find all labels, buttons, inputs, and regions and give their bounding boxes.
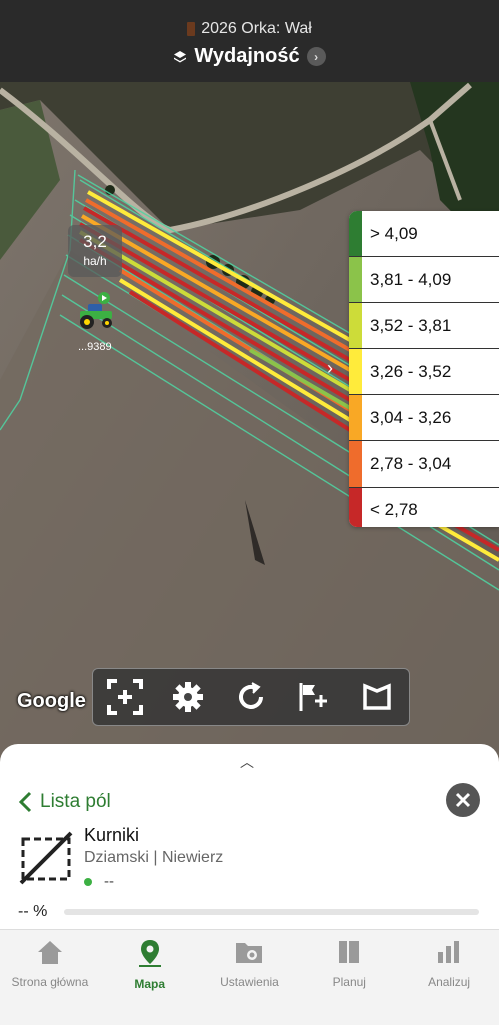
home-icon — [36, 938, 64, 971]
google-attribution: Google — [17, 690, 86, 712]
progress-text: -- % — [18, 903, 48, 920]
status-text: -- — [104, 873, 114, 890]
yield-legend[interactable]: > 4,09 3,81 - 4,09 3,52 - 3,81 3,26 - 3,52 3… — [349, 211, 499, 527]
legend-row: 3,26 - 3,52 — [349, 349, 499, 396]
back-to-field-list[interactable]: Lista pól — [18, 791, 111, 813]
nav-item-plan[interactable]: Planuj — [299, 930, 399, 1025]
legend-row: 3,04 - 3,26 — [349, 395, 499, 442]
header-bar: 2026 Orka: Wał Wydajność › — [0, 0, 499, 82]
nav-item-map-pin[interactable]: Mapa — [100, 930, 200, 1025]
legend-label: > 4,09 — [370, 223, 418, 243]
map-pin-icon — [136, 938, 164, 973]
plan-icon — [335, 938, 363, 971]
add-flag-icon[interactable] — [294, 677, 334, 717]
field-boundary-icon[interactable] — [357, 677, 397, 717]
settings-folder-icon — [234, 938, 264, 971]
legend-label: 2,78 - 3,04 — [370, 454, 452, 474]
layer-title: Wydajność — [194, 45, 300, 67]
nav-label: Mapa — [134, 977, 166, 991]
chevron-up-icon[interactable]: ︿ — [240, 752, 254, 772]
legend-label: 3,52 - 3,81 — [370, 315, 452, 335]
chevron-right-icon[interactable]: › — [306, 47, 326, 66]
nav-label: Planuj — [332, 975, 366, 989]
legend-label: 3,26 - 3,52 — [370, 361, 452, 381]
season-color-swatch — [187, 22, 196, 36]
close-button[interactable] — [446, 783, 480, 817]
field-location: Dziamski | Niewierz — [84, 849, 224, 866]
speed-badge: 3,2 ha/h — [68, 225, 122, 277]
legend-row: 2,78 - 3,04 — [349, 441, 499, 488]
status-dot — [84, 877, 92, 886]
season-operation-label: 2026 Orka: Wał — [201, 20, 312, 37]
close-icon — [455, 792, 471, 808]
nav-label: Strona główna — [11, 975, 89, 989]
legend-color-swatch — [349, 257, 362, 303]
legend-row: > 4,09 — [349, 211, 499, 258]
nav-label: Ustawienia — [220, 975, 279, 989]
season-selector[interactable]: 2026 Orka: Wał — [0, 20, 499, 38]
refresh-icon[interactable] — [231, 677, 271, 717]
map-toolbar — [92, 668, 410, 726]
bottom-navigation: Strona główna Mapa Ustawienia Planuj Analizu… — [0, 929, 499, 1025]
nav-item-home[interactable]: Strona główna — [0, 930, 100, 1025]
layer-selector[interactable]: Wydajność › — [0, 45, 499, 68]
legend-color-swatch — [349, 349, 362, 395]
chevron-left-icon — [18, 791, 32, 813]
legend-color-swatch — [349, 211, 362, 257]
legend-row: 3,52 - 3,81 — [349, 303, 499, 350]
field-name: Kurniki — [84, 825, 140, 845]
speed-unit: ha/h — [83, 254, 107, 268]
legend-label: 3,04 - 3,26 — [370, 407, 452, 427]
legend-row: < 2,78 — [349, 487, 499, 527]
legend-color-swatch — [349, 441, 362, 487]
layers-icon — [174, 50, 187, 62]
legend-color-swatch — [349, 487, 362, 527]
field-status: -- — [84, 873, 114, 890]
fit-bounds-icon[interactable] — [105, 677, 145, 717]
progress-bar — [64, 909, 479, 915]
tractor-icon[interactable] — [75, 291, 117, 336]
gear-icon[interactable] — [168, 677, 208, 717]
legend-label: 3,81 - 4,09 — [370, 269, 452, 289]
legend-color-swatch — [349, 303, 362, 349]
back-label: Lista pól — [40, 791, 111, 812]
no-boundary-icon — [19, 831, 73, 890]
legend-label: < 2,78 — [370, 500, 418, 520]
nav-item-analyze[interactable]: Analizuj — [399, 930, 499, 1025]
nav-item-settings-folder[interactable]: Ustawienia — [200, 930, 300, 1025]
machine-id: ...9389 — [78, 341, 112, 353]
speed-value: 3,2 — [83, 232, 107, 251]
analyze-icon — [435, 938, 463, 971]
legend-toggle-icon[interactable]: › — [327, 358, 333, 379]
legend-row: 3,81 - 4,09 — [349, 257, 499, 304]
nav-label: Analizuj — [428, 975, 471, 989]
map-view[interactable]: 3,2 ha/h ...9389 > 4,09 3,81 - 4,09 3,52 -… — [0, 0, 499, 770]
legend-color-swatch — [349, 395, 362, 441]
